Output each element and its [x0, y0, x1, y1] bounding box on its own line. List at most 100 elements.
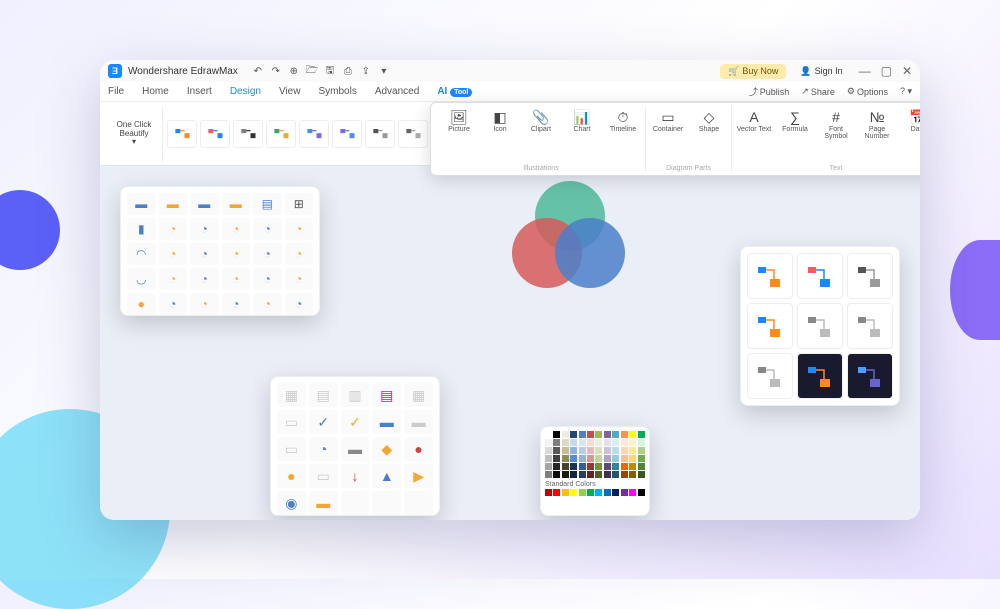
menu-file[interactable]: File: [108, 86, 124, 97]
std-color-swatch[interactable]: [595, 489, 602, 496]
std-color-swatch[interactable]: [562, 489, 569, 496]
chart-thumb-20[interactable]: ◔: [190, 268, 219, 290]
theme-swatch-6[interactable]: [365, 120, 395, 148]
new-icon[interactable]: ⊕: [288, 65, 300, 77]
shape-thumb-19[interactable]: ▶: [404, 464, 433, 488]
color-swatch[interactable]: [638, 439, 645, 446]
shape-thumb-12[interactable]: ▬: [341, 437, 370, 461]
color-swatch[interactable]: [579, 447, 586, 454]
color-swatch[interactable]: [604, 447, 611, 454]
color-swatch[interactable]: [587, 439, 594, 446]
chart-thumb-14[interactable]: ◔: [190, 243, 219, 265]
color-swatch[interactable]: [545, 431, 552, 438]
theme-preview-2[interactable]: [847, 253, 893, 299]
color-swatch[interactable]: [629, 463, 636, 470]
std-color-swatch[interactable]: [638, 489, 645, 496]
color-swatch[interactable]: [587, 431, 594, 438]
color-swatch[interactable]: [621, 439, 628, 446]
color-swatch[interactable]: [621, 455, 628, 462]
redo-icon[interactable]: ↷: [270, 65, 282, 77]
shape-thumb-24[interactable]: [404, 491, 433, 515]
color-swatch[interactable]: [638, 471, 645, 478]
shape-thumb-5[interactable]: ▭: [277, 410, 306, 434]
std-color-swatch[interactable]: [612, 489, 619, 496]
shape-thumb-8[interactable]: ▬: [372, 410, 401, 434]
shape-thumb-14[interactable]: ●: [404, 437, 433, 461]
theme-preview-5[interactable]: [847, 303, 893, 349]
color-swatch[interactable]: [545, 463, 552, 470]
timeline-button[interactable]: ⏱Timeline: [604, 106, 642, 133]
color-swatch[interactable]: [612, 431, 619, 438]
color-swatch[interactable]: [553, 447, 560, 454]
chart-thumb-18[interactable]: ◡: [127, 268, 156, 290]
color-swatch[interactable]: [612, 463, 619, 470]
chart-thumb-28[interactable]: ◔: [253, 293, 282, 315]
chart-thumb-17[interactable]: ◔: [285, 243, 314, 265]
color-swatch[interactable]: [629, 431, 636, 438]
chart-thumb-8[interactable]: ◔: [190, 218, 219, 240]
menu-advanced[interactable]: Advanced: [375, 86, 419, 97]
color-swatch[interactable]: [570, 431, 577, 438]
chart-thumb-13[interactable]: ◔: [159, 243, 188, 265]
color-swatch[interactable]: [553, 463, 560, 470]
color-swatch[interactable]: [579, 431, 586, 438]
shape-thumb-2[interactable]: ▥: [341, 383, 370, 407]
chart-thumb-15[interactable]: ◔: [222, 243, 251, 265]
venn-diagram[interactable]: [500, 176, 640, 296]
std-color-swatch[interactable]: [604, 489, 611, 496]
shape-thumb-3[interactable]: ▤: [372, 383, 401, 407]
menu-home[interactable]: Home: [142, 86, 169, 97]
std-color-swatch[interactable]: [629, 489, 636, 496]
fontsymbol-button[interactable]: #Font Symbol: [817, 106, 855, 140]
print-icon[interactable]: ⎙: [342, 65, 354, 77]
color-swatch[interactable]: [570, 455, 577, 462]
open-icon[interactable]: 🗁: [306, 65, 318, 77]
shape-thumb-16[interactable]: ▭: [309, 464, 338, 488]
options-button[interactable]: ⚙ Options: [847, 85, 888, 98]
chart-thumb-25[interactable]: ◔: [159, 293, 188, 315]
shape-thumb-20[interactable]: ◉: [277, 491, 306, 515]
theme-preview-8[interactable]: [847, 353, 893, 399]
theme-preview-6[interactable]: [747, 353, 793, 399]
theme-preview-3[interactable]: [747, 303, 793, 349]
color-swatch[interactable]: [595, 471, 602, 478]
date-button[interactable]: 📅Date: [899, 106, 920, 140]
std-color-swatch[interactable]: [570, 489, 577, 496]
canvas[interactable]: ▬▬▬▬▤⊞▮◔◔◔◔◔◠◔◔◔◔◔◡◔◔◔◔◔●◔◔◔◔◔ ▦▤▥▤▦▭✓✓▬…: [100, 166, 920, 520]
theme-swatch-7[interactable]: [398, 120, 428, 148]
color-swatch[interactable]: [604, 431, 611, 438]
shape-thumb-9[interactable]: ▬: [404, 410, 433, 434]
color-swatch[interactable]: [604, 471, 611, 478]
color-swatch[interactable]: [604, 455, 611, 462]
color-swatch[interactable]: [587, 447, 594, 454]
shape-thumb-11[interactable]: ◔: [309, 437, 338, 461]
std-color-swatch[interactable]: [553, 489, 560, 496]
chart-thumb-23[interactable]: ◔: [285, 268, 314, 290]
share-button[interactable]: ↗ Share: [801, 85, 835, 98]
color-swatch[interactable]: [553, 439, 560, 446]
sign-in-button[interactable]: 👤 Sign In: [800, 66, 842, 77]
chart-thumb-22[interactable]: ◔: [253, 268, 282, 290]
theme-preview-0[interactable]: [747, 253, 793, 299]
color-swatch[interactable]: [553, 471, 560, 478]
color-swatch[interactable]: [629, 439, 636, 446]
chart-thumb-10[interactable]: ◔: [253, 218, 282, 240]
color-swatch[interactable]: [604, 463, 611, 470]
clipart-button[interactable]: 📎Clipart: [522, 106, 560, 133]
theme-swatch-3[interactable]: [266, 120, 296, 148]
shape-thumb-1[interactable]: ▤: [309, 383, 338, 407]
color-swatch[interactable]: [579, 471, 586, 478]
theme-swatch-4[interactable]: [299, 120, 329, 148]
color-swatch[interactable]: [579, 463, 586, 470]
chart-thumb-9[interactable]: ◔: [222, 218, 251, 240]
vectortext-button[interactable]: AVector Text: [735, 106, 773, 140]
chart-thumb-7[interactable]: ◔: [159, 218, 188, 240]
color-swatch[interactable]: [629, 455, 636, 462]
shape-button[interactable]: ◇Shape: [690, 106, 728, 133]
shape-thumb-6[interactable]: ✓: [309, 410, 338, 434]
formula-button[interactable]: ∑Formula: [776, 106, 814, 140]
color-swatch[interactable]: [562, 471, 569, 478]
color-swatch[interactable]: [638, 447, 645, 454]
color-swatch[interactable]: [570, 439, 577, 446]
color-swatch[interactable]: [612, 455, 619, 462]
